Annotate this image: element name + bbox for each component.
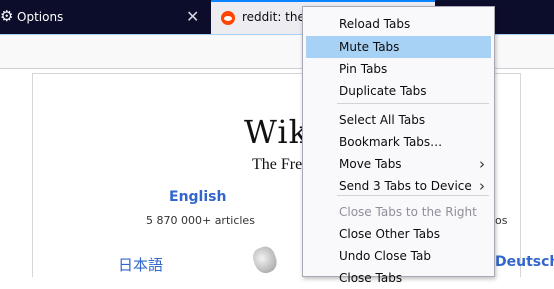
menu-item-label: Close Other Tabs — [339, 227, 440, 241]
menu-item-label: Close Tabs — [339, 271, 403, 285]
menu-item-undo-close-tab[interactable]: Undo Close Tab — [306, 245, 491, 267]
menu-item-label: Duplicate Tabs — [339, 84, 427, 98]
reddit-icon — [221, 11, 235, 25]
portal-border — [520, 73, 521, 277]
menu-item-label: Select All Tabs — [339, 113, 426, 127]
menu-item-send-3-tabs-to-device[interactable]: Send 3 Tabs to Device › — [306, 175, 491, 197]
article-count-english: 5 870 000+ articles — [146, 214, 255, 227]
menu-item-label: Reload Tabs — [339, 17, 411, 31]
menu-item-reload-tabs[interactable]: Reload Tabs — [306, 13, 491, 35]
menu-item-label: Close Tabs to the Right — [339, 205, 477, 219]
menu-item-duplicate-tabs[interactable]: Duplicate Tabs — [306, 80, 491, 102]
wikipedia-wordmark: Wik — [244, 113, 309, 151]
menu-item-close-tabs[interactable]: Close Tabs — [306, 267, 491, 289]
menu-item-bookmark-tabs[interactable]: Bookmark Tabs… — [306, 131, 491, 153]
language-link-german[interactable]: Deutsch — [495, 254, 554, 270]
globe-icon — [250, 244, 280, 276]
menu-item-label: Undo Close Tab — [339, 249, 431, 263]
language-link-japanese[interactable]: 日本語 — [118, 254, 163, 275]
menu-item-label: Bookmark Tabs… — [339, 135, 443, 149]
chevron-right-icon: › — [479, 155, 485, 173]
menu-item-label: Pin Tabs — [339, 62, 388, 76]
menu-item-label: Move Tabs — [339, 157, 402, 171]
chevron-right-icon: › — [479, 177, 485, 195]
menu-separator — [337, 103, 489, 104]
language-link-english[interactable]: English — [169, 189, 226, 205]
menu-item-pin-tabs[interactable]: Pin Tabs — [306, 58, 491, 80]
wikipedia-tagline: The Fre — [252, 156, 303, 173]
tab-options[interactable]: ⚙ Options ✕ — [0, 0, 211, 34]
menu-item-move-tabs[interactable]: Move Tabs › — [306, 153, 491, 175]
portal-border — [32, 73, 33, 277]
menu-item-select-all-tabs[interactable]: Select All Tabs — [306, 109, 491, 131]
tab-context-menu: Reload Tabs Mute Tabs Pin Tabs Duplicate Ta… — [302, 6, 495, 285]
gear-icon: ⚙ — [0, 7, 14, 25]
menu-item-mute-tabs[interactable]: Mute Tabs — [306, 36, 491, 58]
menu-item-label: Send 3 Tabs to Device — [339, 179, 472, 193]
menu-item-label: Mute Tabs — [339, 40, 400, 54]
menu-item-close-other-tabs[interactable]: Close Other Tabs — [306, 223, 491, 245]
menu-separator — [337, 195, 489, 196]
close-icon[interactable]: ✕ — [186, 0, 199, 34]
tab-title: Options — [17, 10, 64, 24]
menu-item-close-tabs-to-the-right: Close Tabs to the Right — [306, 201, 491, 223]
